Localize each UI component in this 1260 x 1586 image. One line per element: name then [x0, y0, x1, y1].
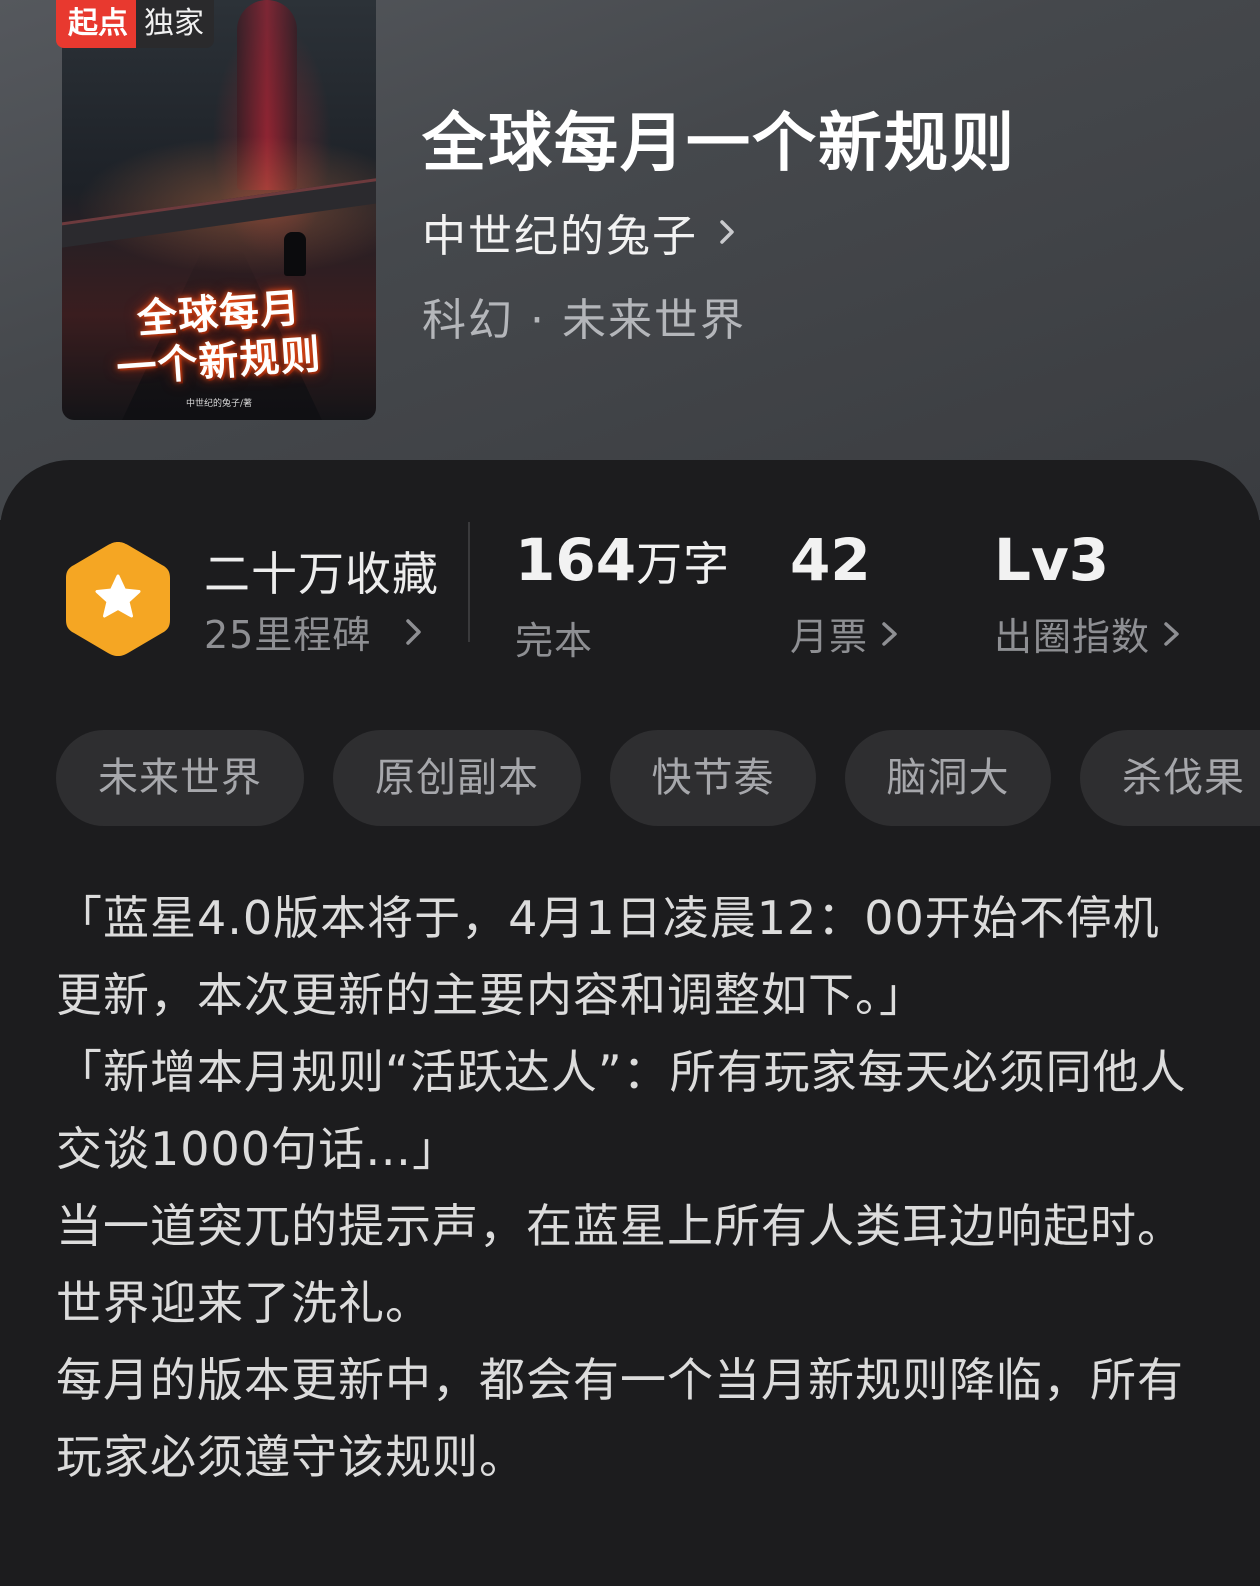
influence-value: Lv3	[994, 526, 1110, 594]
tag-chip[interactable]: 快节奏	[610, 730, 816, 826]
milestone-link[interactable]: 25里程碑	[204, 604, 427, 659]
word-count-unit: 万字	[636, 537, 731, 591]
synopsis-paragraph: 世界迎来了洗礼。	[56, 1276, 432, 1330]
milestone-subtitle: 25里程碑	[204, 613, 372, 657]
chevron-right-icon	[882, 621, 897, 646]
synopsis-paragraph: 「新增本月规则“活跃达人”：所有玩家每天必须同他人交谈1000句话…」	[56, 1045, 1187, 1176]
chevron-right-icon	[1164, 621, 1179, 646]
synopsis-paragraph: 每月的版本更新中，都会有一个当月新规则降临，所有玩家必须遵守该规则。	[56, 1353, 1184, 1484]
word-count-stat: 164万字 完本	[515, 528, 730, 665]
tag-chip[interactable]: 杀伐果	[1080, 730, 1260, 826]
monthly-votes-value: 42	[790, 526, 871, 594]
star-hexagon-icon[interactable]	[62, 538, 174, 660]
stats-divider	[468, 522, 470, 642]
exclusive-badge: 起点 独家	[56, 0, 214, 48]
completion-status: 完本	[515, 619, 594, 663]
book-synopsis[interactable]: 「蓝星4.0版本将于，4月1日凌晨12：00开始不停机更新，本次更新的主要内容和…	[56, 880, 1196, 1496]
cover-rider	[284, 232, 306, 276]
synopsis-paragraph: 「蓝星4.0版本将于，4月1日凌晨12：00开始不停机更新，本次更新的主要内容和…	[56, 891, 1160, 1022]
monthly-votes-label: 月票	[790, 615, 869, 659]
tag-chip[interactable]: 脑洞大	[845, 730, 1051, 826]
chevron-right-icon	[720, 220, 734, 244]
badge-brand: 起点	[56, 0, 136, 48]
book-cover[interactable]: 全球每月 一个新规则 中世纪的兔子/著	[62, 0, 376, 420]
tag-chip[interactable]: 未来世界	[56, 730, 304, 826]
chevron-right-icon	[406, 618, 422, 645]
monthly-votes-stat[interactable]: 42 月票	[790, 528, 902, 661]
book-genre[interactable]: 科幻 · 未来世界	[422, 284, 746, 348]
milestone-title: 二十万收藏	[204, 547, 439, 601]
word-count-value: 164	[515, 526, 637, 594]
book-title: 全球每月一个新规则	[422, 107, 1016, 181]
influence-stat[interactable]: Lv3 出圈指数	[994, 528, 1184, 661]
badge-label: 独家	[136, 0, 214, 48]
influence-label: 出圈指数	[994, 615, 1151, 659]
author-name: 中世纪的兔子	[422, 211, 698, 262]
tag-chip[interactable]: 原创副本	[333, 730, 581, 826]
synopsis-paragraph: 当一道突兀的提示声，在蓝星上所有人类耳边响起时。	[56, 1199, 1184, 1253]
cover-author-credit: 中世纪的兔子/著	[185, 399, 253, 409]
author-link[interactable]: 中世纪的兔子	[422, 200, 742, 264]
